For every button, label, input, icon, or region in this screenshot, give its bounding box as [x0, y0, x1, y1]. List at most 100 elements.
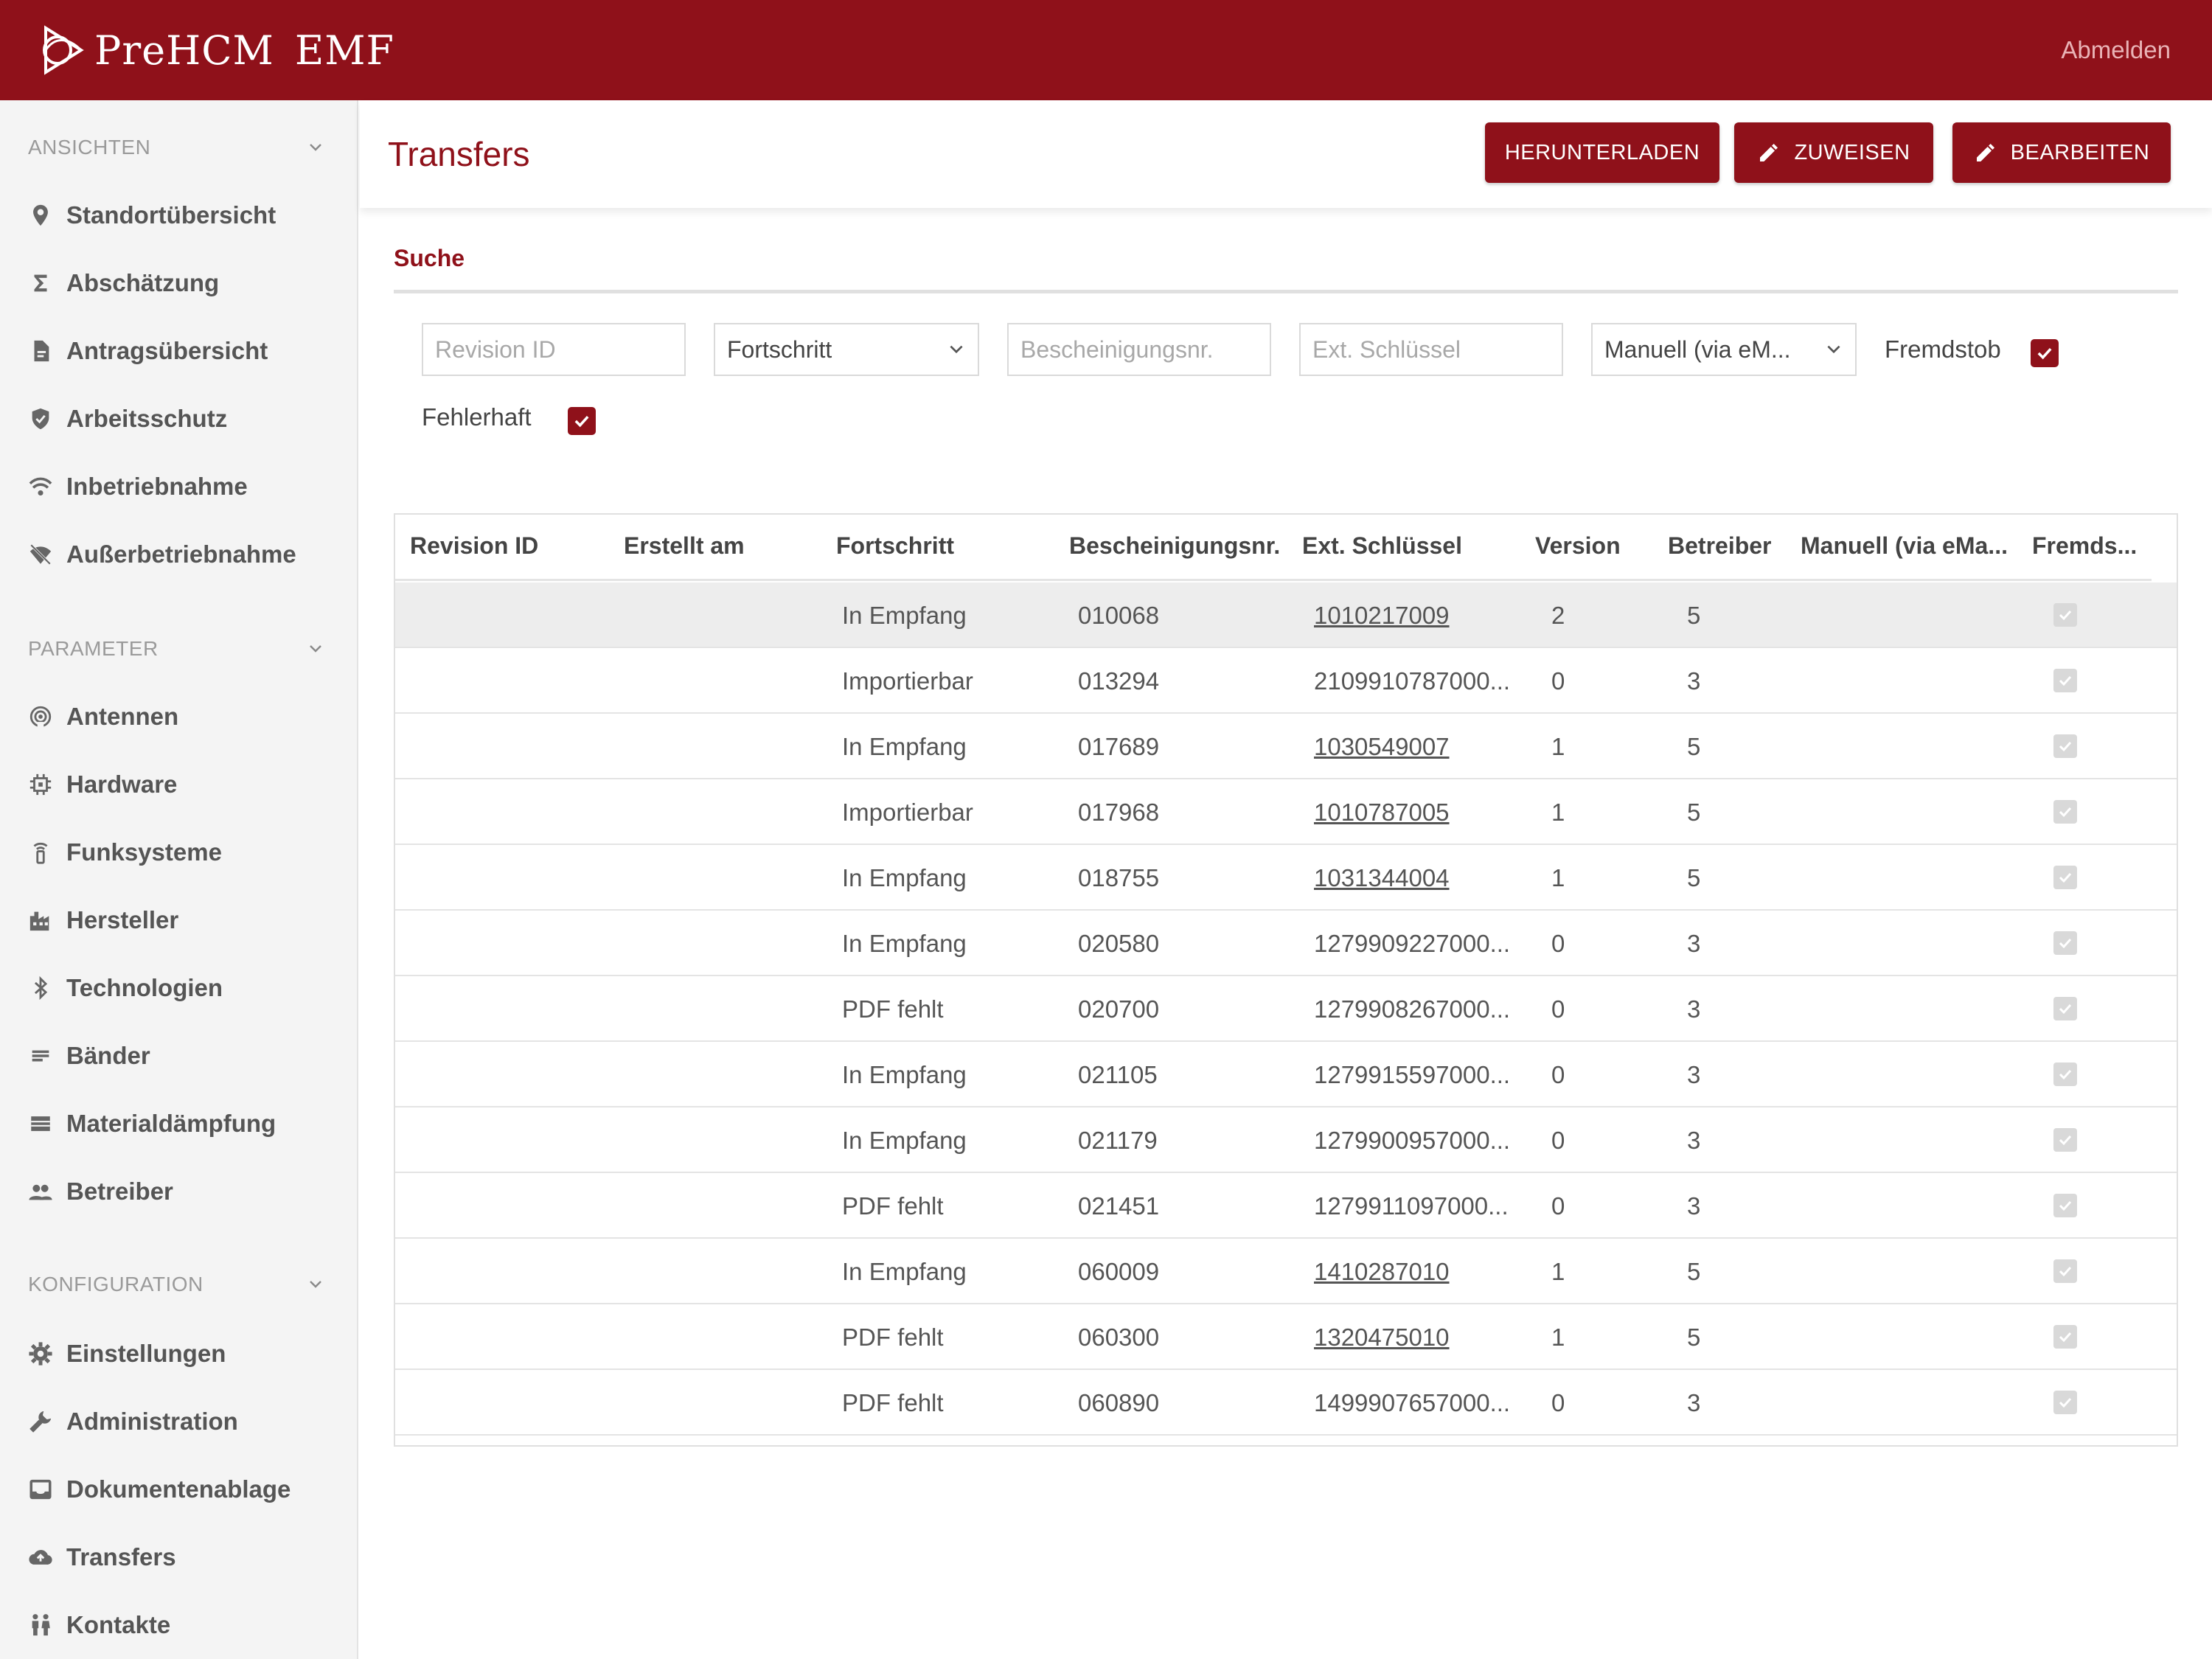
table-row[interactable]: Importierbar 013294 2109910787000... 0 3: [395, 648, 2177, 714]
sidebar-item-transfers[interactable]: Transfers: [28, 1538, 176, 1576]
cell-version: 1: [1551, 799, 1565, 826]
sidebar-item-ausserbetriebnahme[interactable]: Außerbetriebnahme: [28, 535, 296, 574]
table-row[interactable]: PDF fehlt 021451 1279911097000... 0 3: [395, 1173, 2177, 1239]
sidebar-item-kontakte[interactable]: Kontakte: [28, 1606, 170, 1644]
column-header-progress[interactable]: Fortschritt: [836, 532, 954, 560]
sidebar-item-inbetriebnahme[interactable]: Inbetriebnahme: [28, 467, 248, 506]
sidebar-item-standortuebersicht[interactable]: Standortübersicht: [28, 196, 276, 234]
cell-ext-key[interactable]: 1010217009: [1314, 602, 1450, 630]
sidebar-item-hardware[interactable]: Hardware: [28, 765, 177, 804]
column-header-manual[interactable]: Manuell (via eMa...: [1801, 532, 2008, 560]
cell-ext-key[interactable]: 1010787005: [1314, 799, 1450, 827]
sidebar-item-abschaetzung[interactable]: Abschätzung: [28, 264, 219, 302]
antenna-icon: [28, 704, 53, 729]
table-row[interactable]: PDF fehlt 060300 1320475010 1 5: [395, 1304, 2177, 1370]
cell-ext-key[interactable]: 1320475010: [1314, 1324, 1450, 1352]
check-icon: [2059, 807, 2072, 818]
wifi-icon: [28, 474, 53, 499]
revision-id-field[interactable]: [435, 335, 672, 364]
sidebar-item-arbeitsschutz[interactable]: Arbeitsschutz: [28, 400, 227, 438]
edit-button[interactable]: BEARBEITEN: [1952, 122, 2171, 183]
foreign-checkbox: [2053, 734, 2077, 758]
cell-ext-key[interactable]: 1410287010: [1314, 1258, 1450, 1286]
table-row[interactable]: PDF fehlt 060890 1499907657000... 0 3: [395, 1370, 2177, 1436]
foreign-checkbox: [2053, 1259, 2077, 1283]
sidebar-item-label: Bänder: [66, 1042, 150, 1069]
sidebar-item-antragsuebersicht[interactable]: Antragsübersicht: [28, 332, 268, 370]
cell-certificate: 060300: [1078, 1324, 1160, 1351]
search-divider: [394, 290, 2178, 293]
progress-select[interactable]: Fortschritt: [714, 323, 979, 376]
sidebar-item-label: Arbeitsschutz: [66, 405, 228, 432]
column-header-foreign[interactable]: Fremds...: [2032, 532, 2137, 560]
fehlerhaft-checkbox[interactable]: [568, 407, 596, 435]
column-header-certificate[interactable]: Bescheinigungsnr.: [1069, 532, 1280, 560]
ext-key-field[interactable]: [1312, 335, 1550, 364]
cell-operator: 3: [1687, 667, 1701, 695]
table-row[interactable]: In Empfang 021105 1279915597000... 0 3: [395, 1042, 2177, 1107]
column-header-ext-key[interactable]: Ext. Schlüssel: [1302, 532, 1462, 560]
sidebar-item-funksysteme[interactable]: Funksysteme: [28, 833, 222, 872]
cell-version: 2: [1551, 602, 1565, 629]
app-logo[interactable]: PreHCM EMF: [38, 22, 394, 78]
sidebar-section-ansichten[interactable]: ANSICHTEN: [28, 133, 324, 162]
table-header: Revision ID Erstellt am Fortschritt Besc…: [395, 515, 2152, 581]
certificate-input[interactable]: [1007, 323, 1271, 376]
table-row[interactable]: In Empfang 010068 1010217009 2 5: [395, 582, 2177, 648]
progress-select-value: Fortschritt: [727, 335, 832, 363]
column-header-operator[interactable]: Betreiber: [1668, 532, 1772, 560]
logout-link[interactable]: Abmelden: [2061, 36, 2171, 64]
table-row[interactable]: In Empfang 018755 1031344004 1 5: [395, 845, 2177, 911]
cell-certificate: 010068: [1078, 602, 1160, 629]
chevron-down-icon: [310, 1281, 321, 1288]
check-icon: [2059, 872, 2072, 883]
sidebar-item-antennen[interactable]: Antennen: [28, 698, 178, 736]
column-header-version[interactable]: Version: [1535, 532, 1621, 560]
sidebar-item-administration[interactable]: Administration: [28, 1402, 238, 1441]
sidebar-section-konfiguration[interactable]: KONFIGURATION: [28, 1270, 324, 1299]
cell-ext-key[interactable]: 1030549007: [1314, 733, 1450, 761]
cell-certificate: 021105: [1078, 1061, 1158, 1088]
revision-id-input[interactable]: [422, 323, 686, 376]
assign-button[interactable]: ZUWEISEN: [1734, 122, 1933, 183]
inbox-icon: [28, 1477, 53, 1502]
section-title: ANSICHTEN: [28, 136, 151, 159]
transfers-table: Revision ID Erstellt am Fortschritt Besc…: [394, 513, 2178, 1447]
ext-key-input[interactable]: [1299, 323, 1563, 376]
cell-progress: In Empfang: [842, 1127, 967, 1154]
sidebar-item-materialdaempfung[interactable]: Materialdämpfung: [28, 1105, 276, 1143]
table-row[interactable]: In Empfang 017689 1030549007 1 5: [395, 714, 2177, 779]
cell-ext-key: 2109910787000...: [1314, 667, 1511, 695]
cell-ext-key[interactable]: 1031344004: [1314, 864, 1450, 892]
cell-operator: 5: [1687, 602, 1701, 629]
foreign-checkbox: [2053, 603, 2077, 627]
certificate-field[interactable]: [1020, 335, 1258, 364]
check-icon: [2059, 1200, 2072, 1211]
download-button[interactable]: HERUNTERLADEN: [1485, 122, 1719, 183]
manual-select[interactable]: Manuell (via eM...: [1591, 323, 1857, 376]
check-icon: [2059, 1266, 2072, 1277]
sidebar-item-label: Antragsübersicht: [66, 337, 268, 364]
table-row[interactable]: In Empfang 060009 1410287010 1 5: [395, 1239, 2177, 1304]
table-row[interactable]: In Empfang 021179 1279900957000... 0 3: [395, 1107, 2177, 1173]
sidebar-item-dokumentenablage[interactable]: Dokumentenablage: [28, 1470, 291, 1509]
fremdstob-checkbox[interactable]: [2031, 339, 2059, 367]
wrench-icon: [28, 1409, 53, 1434]
section-title: KONFIGURATION: [28, 1273, 204, 1295]
sidebar-item-hersteller[interactable]: Hersteller: [28, 901, 178, 939]
sidebar-item-label: Hardware: [66, 771, 178, 798]
sidebar-section-parameter[interactable]: PARAMETER: [28, 634, 324, 664]
table-row[interactable]: PDF fehlt 020700 1279908267000... 0 3: [395, 976, 2177, 1042]
column-header-revision-id[interactable]: Revision ID: [410, 532, 538, 560]
cell-progress: In Empfang: [842, 733, 967, 760]
table-row[interactable]: Importierbar 017968 1010787005 1 5: [395, 779, 2177, 845]
sidebar-item-betreiber[interactable]: Betreiber: [28, 1172, 173, 1211]
sidebar-item-einstellungen[interactable]: Einstellungen: [28, 1335, 226, 1373]
sidebar-item-technologien[interactable]: Technologien: [28, 969, 223, 1007]
table-row[interactable]: In Empfang 020580 1279909227000... 0 3: [395, 911, 2177, 976]
sidebar-item-label: Hersteller: [66, 906, 179, 933]
radio-tower-icon: [28, 840, 53, 865]
sidebar-item-label: Abschätzung: [66, 269, 220, 296]
sidebar-item-baender[interactable]: Bänder: [28, 1037, 150, 1075]
column-header-created[interactable]: Erstellt am: [624, 532, 745, 560]
